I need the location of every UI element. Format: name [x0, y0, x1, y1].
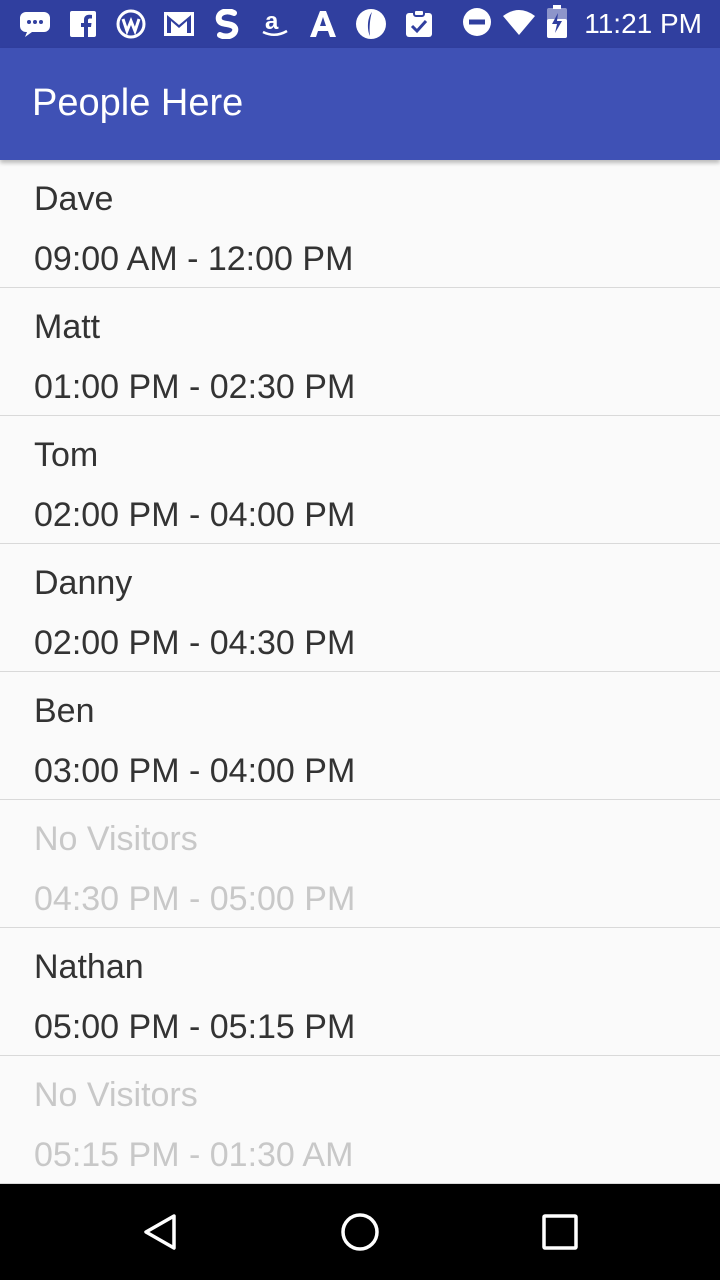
- recents-icon[interactable]: [536, 1208, 584, 1256]
- home-icon[interactable]: [336, 1208, 384, 1256]
- visit-row[interactable]: Dave 09:00 AM - 12:00 PM: [0, 160, 720, 288]
- no-visitors-label: No Visitors: [34, 820, 198, 858]
- visit-time-range: 05:00 PM - 05:15 PM: [34, 1008, 356, 1046]
- wifi-icon: [502, 8, 536, 41]
- font-a-icon: [306, 7, 340, 41]
- no-visitors-label: No Visitors: [34, 1076, 198, 1114]
- do-not-disturb-icon: [462, 7, 492, 42]
- app-bar: People Here: [0, 48, 720, 160]
- visitor-name: Ben: [34, 692, 95, 730]
- visit-time-range: 03:00 PM - 04:00 PM: [34, 752, 356, 790]
- visit-time-range: 01:00 PM - 02:30 PM: [34, 368, 356, 406]
- visitor-name: Matt: [34, 308, 101, 346]
- notification-icons: a: [18, 6, 436, 42]
- empty-slot-row[interactable]: No Visitors 05:15 PM - 01:30 AM: [0, 1056, 720, 1184]
- system-status-icons: 11:21 PM: [462, 4, 702, 44]
- location-icon: [354, 7, 388, 41]
- visitor-name: Tom: [34, 436, 99, 474]
- empty-slot-row[interactable]: No Visitors 04:30 PM - 05:00 PM: [0, 800, 720, 928]
- facebook-icon: [66, 7, 100, 41]
- visit-row[interactable]: Tom 02:00 PM - 04:00 PM: [0, 416, 720, 544]
- visit-time-range: 05:15 PM - 01:30 AM: [34, 1136, 354, 1174]
- status-clock: 11:21 PM: [584, 8, 702, 39]
- visit-time-range: 02:00 PM - 04:00 PM: [34, 496, 356, 534]
- battery-charging-icon: [546, 4, 568, 44]
- visit-row[interactable]: Ben 03:00 PM - 04:00 PM: [0, 672, 720, 800]
- visitor-name: Dave: [34, 180, 114, 218]
- clipboard-check-icon: [402, 7, 436, 41]
- visit-time-range: 09:00 AM - 12:00 PM: [34, 240, 354, 278]
- visitor-name: Danny: [34, 564, 133, 602]
- visits-list[interactable]: Dave 09:00 AM - 12:00 PM Matt 01:00 PM -…: [0, 160, 720, 1184]
- wordpress-icon: [114, 7, 148, 41]
- gmail-icon: [162, 7, 196, 41]
- navigation-bar: [0, 1184, 720, 1280]
- visitor-name: Nathan: [34, 948, 144, 986]
- svg-text:a: a: [265, 9, 279, 35]
- visit-time-range: 02:00 PM - 04:30 PM: [34, 624, 356, 662]
- visit-row[interactable]: Matt 01:00 PM - 02:30 PM: [0, 288, 720, 416]
- app-title: People Here: [32, 82, 244, 124]
- visit-time-range: 04:30 PM - 05:00 PM: [34, 880, 356, 918]
- messages-icon: [18, 7, 52, 41]
- shazam-icon: [210, 7, 244, 41]
- amazon-icon: a: [258, 7, 292, 41]
- visit-row[interactable]: Danny 02:00 PM - 04:30 PM: [0, 544, 720, 672]
- back-icon[interactable]: [136, 1208, 184, 1256]
- status-bar: a 11:21 PM: [0, 0, 720, 48]
- visit-row[interactable]: Nathan 05:00 PM - 05:15 PM: [0, 928, 720, 1056]
